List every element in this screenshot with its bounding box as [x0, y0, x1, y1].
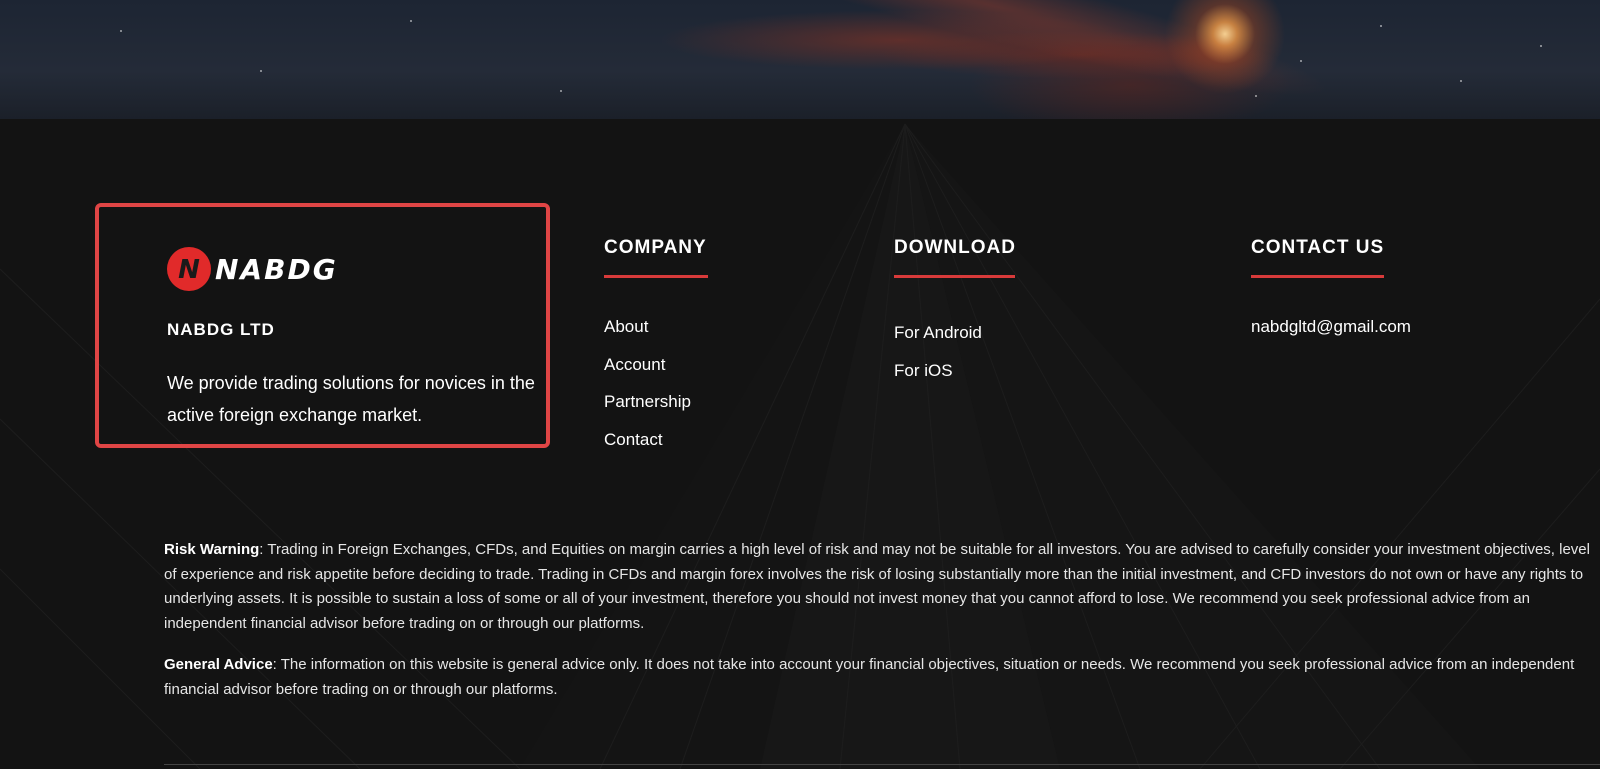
nebula-streak — [641, 0, 1339, 119]
company-name: NABDG LTD — [167, 320, 275, 339]
footer-link-account[interactable]: Account — [604, 346, 708, 384]
title-underline — [894, 275, 1015, 278]
brand-logo[interactable]: N NABDG — [167, 247, 338, 291]
download-column: DOWNLOAD For Android For iOS — [894, 237, 1016, 389]
general-advice-label: General Advice — [164, 656, 273, 673]
contact-email-link[interactable]: nabdgltd@gmail.com — [1251, 308, 1411, 346]
star — [560, 90, 562, 92]
star — [1460, 80, 1462, 82]
hero-space-banner — [0, 0, 1600, 119]
star — [260, 70, 262, 72]
logo-wordmark: NABDG — [215, 252, 338, 286]
general-advice: General Advice: The information on this … — [164, 653, 1600, 702]
contact-title: CONTACT US — [1251, 237, 1385, 258]
company-description: We provide trading solutions for novices… — [167, 373, 535, 425]
footer-link-partnership[interactable]: Partnership — [604, 383, 708, 421]
site-footer: N NABDG NABDG LTD We provide trading sol… — [0, 119, 1600, 769]
risk-warning-label: Risk Warning — [164, 541, 260, 558]
download-android-link[interactable]: For Android — [894, 314, 1016, 352]
download-title: DOWNLOAD — [894, 237, 1016, 258]
download-ios-link[interactable]: For iOS — [894, 352, 1016, 390]
title-underline — [604, 275, 708, 278]
footer-link-about[interactable]: About — [604, 308, 708, 346]
risk-warning-text: : Trading in Foreign Exchanges, CFDs, an… — [164, 541, 1590, 632]
star — [1380, 25, 1382, 27]
contact-column: CONTACT US nabdgltd@gmail.com — [1251, 237, 1411, 346]
star — [1300, 60, 1302, 62]
footer-divider — [164, 764, 1600, 765]
nabdg-logo-icon: N — [167, 247, 211, 291]
title-underline — [1251, 275, 1384, 278]
company-title: COMPANY — [604, 237, 707, 258]
brand-card: N NABDG NABDG LTD We provide trading sol… — [95, 203, 550, 448]
star — [410, 20, 412, 22]
risk-warning: Risk Warning: Trading in Foreign Exchang… — [164, 538, 1600, 636]
company-column: COMPANY About Account Partnership Contac… — [604, 237, 708, 458]
footer-link-contact[interactable]: Contact — [604, 421, 708, 459]
legal-disclaimer: Risk Warning: Trading in Foreign Exchang… — [164, 538, 1600, 719]
star — [1540, 45, 1542, 47]
star — [120, 30, 122, 32]
star — [1255, 95, 1257, 97]
general-advice-text: : The information on this website is gen… — [164, 656, 1575, 698]
svg-text:N: N — [178, 255, 200, 285]
